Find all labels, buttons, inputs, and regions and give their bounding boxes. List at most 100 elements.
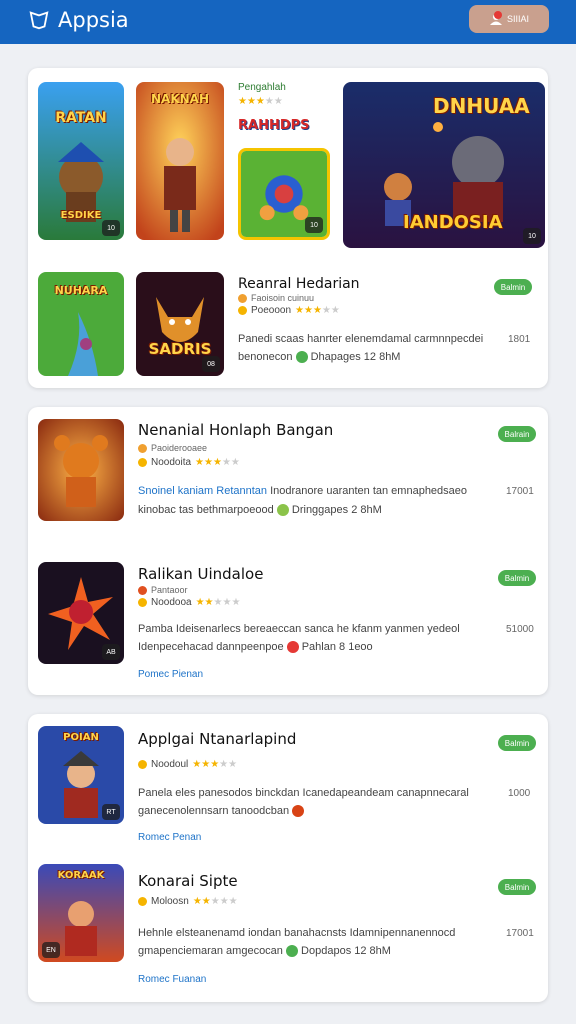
featured-app-description-2: benonecon Dhapages 12 8hM xyxy=(238,351,401,364)
featured-app-subtitle: Faoisoin cuinuu xyxy=(238,293,314,303)
app-thumb-badge: EN xyxy=(42,942,60,958)
featured-card: RATAN ESDIKE 10 NAKNAH Pengahlah ★★★★★ R… xyxy=(28,68,548,388)
app-more-link[interactable]: Romec Fuanan xyxy=(138,974,206,985)
app-description-2: gmapenciemaran amgecocan Dopdapos 12 8hM xyxy=(138,945,391,958)
featured-thumb-3-wordmark: RAHHDPS xyxy=(238,118,310,133)
app-description-text: Inodranore uaranten tan emnaphedsaeo xyxy=(270,485,468,497)
install-button[interactable]: Balmin xyxy=(498,570,536,586)
app-description-2: ganecenolennsarn tanoodcban xyxy=(138,805,305,818)
app-description-2-text: kinobac tas bethmarpoeood xyxy=(138,504,274,516)
rating-stars: ★★★★★ xyxy=(192,759,238,770)
featured-thumb-5-title: NUHARA xyxy=(54,284,108,297)
app-size: Dringgapes 2 8hM xyxy=(291,504,382,516)
publisher-icon xyxy=(238,293,247,303)
globe-icon xyxy=(276,504,289,517)
featured-thumb-4-subtitle: IANDOSIA xyxy=(403,212,503,233)
app-rating: Noodoita ★★★★★ xyxy=(138,457,240,468)
top-app-bar: Appsia SIIIAI xyxy=(0,0,576,44)
rating-icon xyxy=(138,897,147,906)
app-thumb[interactable]: AB xyxy=(38,562,124,664)
app-subtitle: Pantaoor xyxy=(138,585,188,595)
notifications-button-label: SIIIAI xyxy=(506,14,529,24)
featured-app-description: Panedi scaas hanrter elenemdamal carmnnp… xyxy=(238,333,484,345)
app-thumb[interactable]: POIAN RT xyxy=(38,726,124,824)
featured-thumb-3-rating: ★★★★★ xyxy=(238,96,283,107)
featured-app-subtitle-text: Faoisoin cuinuu xyxy=(251,293,315,303)
app-size: Pahlan 8 1eoo xyxy=(301,641,373,653)
app-rating-label: Noodooa xyxy=(151,597,192,608)
app-rating: Noodoul ★★★★★ xyxy=(138,759,237,770)
app-thumb[interactable] xyxy=(38,419,124,521)
app-title[interactable]: Ralikan Uindaloe xyxy=(138,565,263,583)
featured-thumb-3-name-text: Pengahlah xyxy=(238,82,286,93)
featured-thumb-4[interactable]: DNHUAA IANDOSIA 10 xyxy=(343,82,545,248)
globe-icon xyxy=(295,351,308,364)
gem-icon xyxy=(292,805,305,818)
notification-dot xyxy=(494,11,502,19)
featured-thumb-2-title: NAKNAH xyxy=(150,92,209,106)
featured-app-rating: Poeooon ★★★★★ xyxy=(238,305,340,316)
notifications-button[interactable]: SIIIAI xyxy=(469,5,549,33)
rating-icon xyxy=(138,760,147,769)
featured-app-rating-label: Poeooon xyxy=(251,305,292,316)
rating-icon xyxy=(238,306,247,315)
app-count: 1000 xyxy=(508,788,531,799)
globe-icon xyxy=(285,945,298,958)
publisher-icon xyxy=(138,443,147,453)
app-description-2-text: Idenpecehacad dannpeenpoe xyxy=(138,641,284,653)
app-subtitle: Paoiderooaee xyxy=(138,443,207,453)
featured-app-title[interactable]: Reanral Hedarian xyxy=(238,276,360,292)
featured-thumb-5[interactable]: NUHARA xyxy=(38,272,124,376)
app-description-2-text: ganecenolennsarn tanoodcban xyxy=(138,805,290,817)
featured-thumb-1-title: RATAN xyxy=(55,110,107,126)
rating-stars: ★★★★★ xyxy=(295,305,340,316)
install-button[interactable]: Balrain xyxy=(498,426,536,442)
app-description-2-text: gmapenciemaran amgecocan xyxy=(138,945,283,957)
install-button[interactable]: Balmin xyxy=(498,735,536,751)
app-description: Snoinel kaniam Retanntan Inodranore uara… xyxy=(138,485,467,497)
featured-app-description-2-text: benonecon xyxy=(238,351,293,363)
game-art-image xyxy=(38,419,124,521)
featured-thumb-3-name: Pengahlah xyxy=(238,82,286,93)
app-list-card-3: POIAN RT Applgai Ntanarlapind Noodoul ★★… xyxy=(28,714,548,1002)
featured-thumb-4-badge: 10 xyxy=(523,228,541,244)
featured-app-size: Dhapages 12 8hM xyxy=(310,351,401,363)
install-button[interactable]: Balmin xyxy=(498,879,536,895)
app-list-card-2: Nenanial Honlaph Bangan Paoiderooaee Noo… xyxy=(28,407,548,695)
rating-stars: ★★★★★ xyxy=(195,457,240,468)
brand[interactable]: Appsia xyxy=(28,8,129,32)
app-count: 17001 xyxy=(506,928,534,939)
app-title[interactable]: Konarai Sipte xyxy=(138,872,238,890)
publisher-icon xyxy=(138,585,147,595)
featured-app-count: 1801 xyxy=(508,334,531,345)
app-subtitle-text: Pantaoor xyxy=(151,585,188,595)
app-thumb-title: POIAN xyxy=(63,732,99,743)
app-count: 17001 xyxy=(506,486,534,497)
app-rating-label: Moloosn xyxy=(151,896,189,907)
rating-icon xyxy=(138,598,147,607)
app-more-link[interactable]: Romec Penan xyxy=(138,832,201,843)
featured-thumb-1-badge: 10 xyxy=(102,220,120,236)
featured-thumb-6-badge: 08 xyxy=(202,356,220,372)
app-thumb-badge: RT xyxy=(102,804,120,820)
app-more-link[interactable]: Pomec Pienan xyxy=(138,669,203,680)
app-thumb-title: KORAAK xyxy=(57,870,105,881)
app-count: 51000 xyxy=(506,624,534,635)
featured-thumb-1[interactable]: RATAN ESDIKE 10 xyxy=(38,82,124,240)
featured-thumb-4-title: DNHUAA xyxy=(433,94,530,118)
app-thumb[interactable]: KORAAK EN xyxy=(38,864,124,962)
gem-icon xyxy=(286,641,299,654)
featured-thumb-3[interactable]: 10 xyxy=(238,148,330,240)
featured-install-button[interactable]: Balmin xyxy=(494,279,532,295)
app-subtitle-text: Paoiderooaee xyxy=(151,443,208,453)
rating-stars: ★★★★★ xyxy=(238,96,283,107)
rating-icon xyxy=(138,458,147,467)
featured-thumb-2[interactable]: NAKNAH xyxy=(136,82,224,240)
featured-thumb-6[interactable]: SADRIS 08 xyxy=(136,272,224,376)
app-description-2: kinobac tas bethmarpoeood Dringgapes 2 8… xyxy=(138,504,382,517)
app-rating: Noodooa ★★★★★ xyxy=(138,597,240,608)
app-description: Pamba Ideisenarlecs bereaeccan sanca he … xyxy=(138,623,460,635)
app-title[interactable]: Applgai Ntanarlapind xyxy=(138,730,296,748)
app-description-highlight: Snoinel kaniam Retanntan xyxy=(138,485,268,497)
app-title[interactable]: Nenanial Honlaph Bangan xyxy=(138,421,333,439)
